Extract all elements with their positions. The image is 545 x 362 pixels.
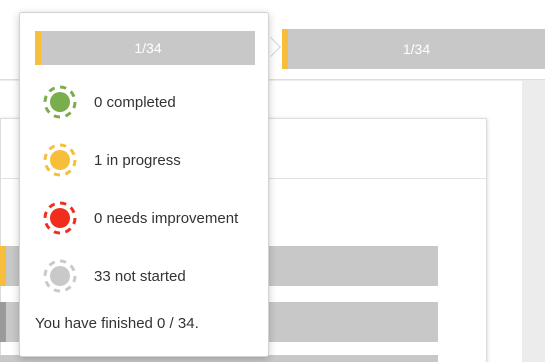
status-dot-svg <box>43 143 77 177</box>
status-dot-svg <box>43 85 77 119</box>
popover-progress-label: 1/34 <box>134 40 162 56</box>
status-completed: 0 completed <box>42 84 176 120</box>
status-needs-improvement: 0 needs improvement <box>42 200 238 236</box>
status-not-started: 33 not started <box>42 258 186 294</box>
overall-progress-label: 1/34 <box>402 41 431 57</box>
finished-summary: You have finished 0 / 34. <box>35 315 199 332</box>
overall-progress-bar[interactable]: 1/34 <box>282 29 545 69</box>
status-label: 1 in progress <box>94 151 181 169</box>
status-dot-core <box>50 92 70 112</box>
needs-improvement-status-icon <box>42 200 78 236</box>
status-dot-core <box>50 208 70 228</box>
in-progress-status-icon <box>42 142 78 178</box>
status-dot-core <box>50 266 70 286</box>
popover-progress-bar: 1/34 <box>35 31 255 65</box>
status-label: 0 needs improvement <box>94 209 239 227</box>
status-dot-core <box>50 150 70 170</box>
status-dot-svg <box>43 201 77 235</box>
completed-status-icon <box>42 84 78 120</box>
status-dot-svg <box>43 259 77 293</box>
status-label: 0 completed <box>94 93 176 111</box>
status-label: 33 not started <box>94 267 186 285</box>
progress-popover: 1/34 0 completed 1 in progress 0 needs i… <box>19 12 269 357</box>
status-in-progress: 1 in progress <box>42 142 181 178</box>
not-started-status-icon <box>42 258 78 294</box>
